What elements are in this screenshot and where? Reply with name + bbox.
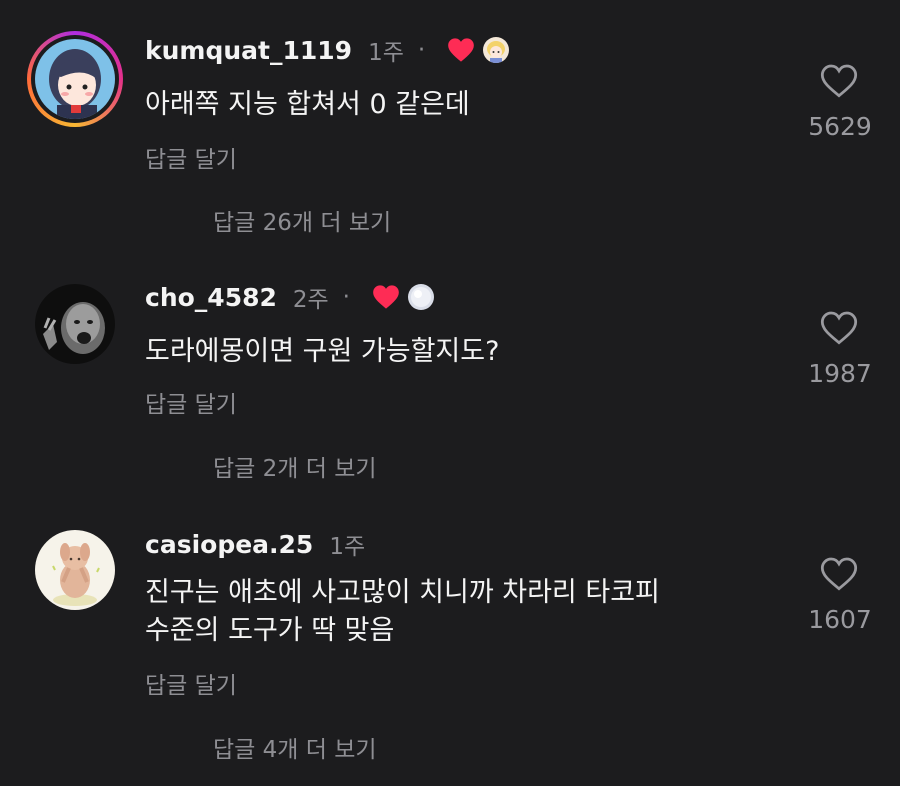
separator-dot: · [417,37,426,63]
comment-header: cho_4582 2주 · [145,277,434,317]
creator-avatar-icon [483,37,510,63]
comment-header: kumquat_1119 1주 · [145,30,510,70]
comment-text: 진구는 애초에 사고많이 치니까 차라리 타코피 수준의 도구가 딱 맞음 [145,575,660,649]
avatar[interactable] [35,530,115,610]
username[interactable]: casiopea.25 [145,530,313,559]
avatar[interactable] [35,39,115,119]
creator-liked-heart-icon [372,284,400,310]
heart-outline-icon[interactable] [820,64,858,98]
comment-time: 1주 [329,534,366,560]
comment-text: 도라에몽이면 구원 가능할지도? [145,334,499,370]
heart-outline-icon[interactable] [820,557,858,591]
username[interactable]: kumquat_1119 [145,36,352,65]
like-count: 5629 [808,112,872,141]
comment-time: 2주 [292,287,329,313]
creator-avatar-icon [407,284,434,310]
comment-text-line: 진구는 애초에 사고많이 치니까 차라리 타코피 [145,577,660,608]
reply-button[interactable]: 답글 달기 [145,140,237,174]
comment-time: 1주 [368,40,404,66]
view-replies-button[interactable]: 답글 26개 더 보기 [213,203,391,237]
creator-liked-heart-icon [447,37,475,63]
avatar[interactable] [35,284,115,364]
comment-text: 아래쪽 지능 합쳐서 0 같은데 [145,87,470,123]
view-replies-button[interactable]: 답글 2개 더 보기 [213,449,377,483]
like-count: 1987 [808,359,872,388]
view-replies-button[interactable]: 답글 4개 더 보기 [213,730,377,764]
comment-header: casiopea.25 1주 [145,524,365,564]
username[interactable]: cho_4582 [145,283,277,312]
separator-dot: · [342,284,350,310]
comment-text-line: 수준의 도구가 딱 맞음 [145,615,395,646]
reply-button[interactable]: 답글 달기 [145,385,237,419]
like-count: 1607 [808,605,872,634]
heart-outline-icon[interactable] [820,311,858,345]
comment-text-line: 아래쪽 지능 합쳐서 0 같은데 [145,89,470,120]
comment-text-line: 도라에몽이면 구원 가능할지도? [145,336,500,367]
reply-button[interactable]: 답글 달기 [145,666,237,700]
